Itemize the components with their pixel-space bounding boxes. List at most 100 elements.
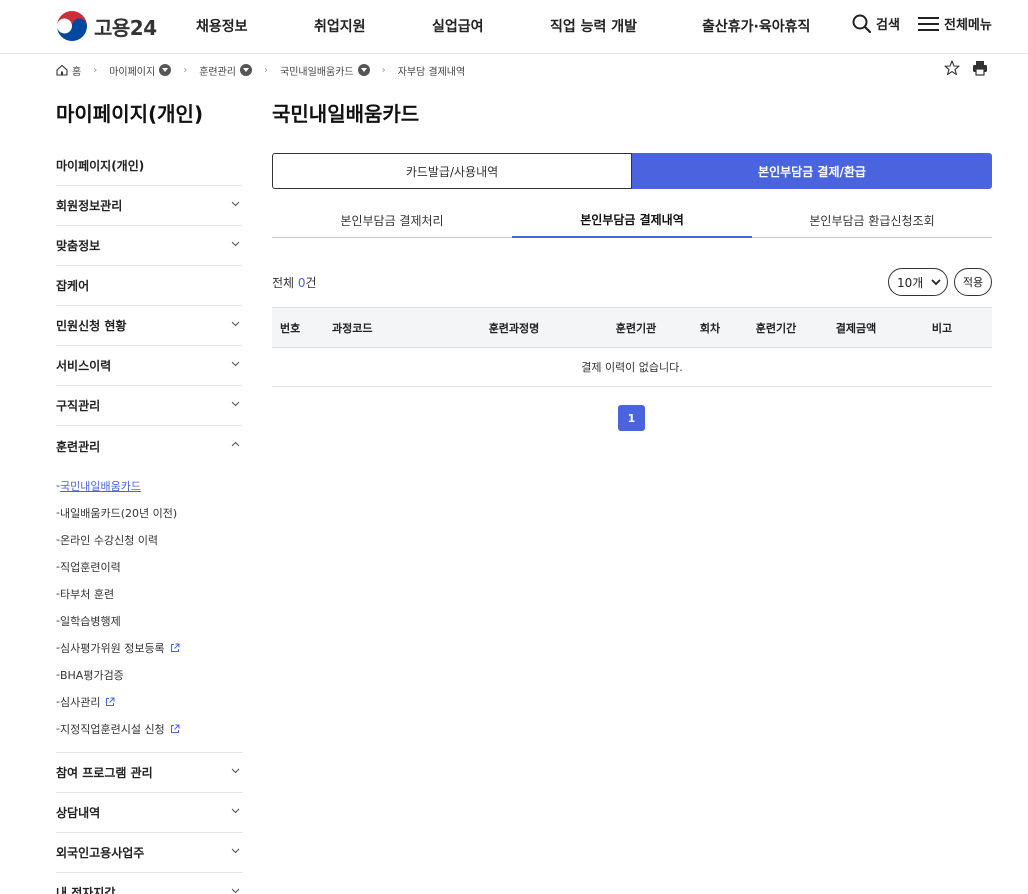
site-logo[interactable]: 고용24 [56,10,157,42]
sidebar-item-label: 잡케어 [56,279,90,293]
sub-tabs: 본인부담금 결제처리 본인부담금 결제내역 본인부담금 환급신청조회 [272,203,992,238]
tab-refund-inquiry[interactable]: 본인부담금 환급신청조회 [752,203,992,237]
sidebar-item-training[interactable]: 훈련관리 [56,426,242,466]
sidebar-item-label: 민원신청 현황 [56,319,127,333]
breadcrumb-home-label: 홈 [72,66,82,78]
external-link-icon [170,643,180,652]
sidebar-item-service-history[interactable]: 서비스이력 [56,346,242,386]
empty-message: 결제 이력이 없습니다. [272,347,992,387]
sidebar: 마이페이지(개인) 마이페이지(개인) 회원정보관리 맞춤정보 잡케어 민원신청… [56,98,242,894]
pagination-page-1[interactable]: 1 [618,405,645,431]
sidebar-title: 마이페이지(개인) [56,102,204,126]
sidebar-item-jobcare[interactable]: 잡케어 [56,266,242,306]
sidebar-subitem-evaluator-registration[interactable]: - 심사평가위원 정보등록 [56,634,242,661]
sidebar-item-program-management[interactable]: 참여 프로그램 관리 [56,753,242,793]
sidebar-subitem-review-management[interactable]: - 심사관리 [56,688,242,715]
sidebar-item-foreign-employer[interactable]: 외국인고용사업주 [56,833,242,873]
table-header-row: 번호 과정코드 훈련과정명 훈련기관 회차 훈련기간 결제금액 비고 [272,307,992,348]
hamburger-menu-icon [918,16,939,31]
breadcrumb: 홈 › 마이페이지 › 훈련관리 › 국민내일배움카드 › 자부담 결제내역 [56,60,465,80]
sidebar-subitem-label: BHA평가검증 [59,668,124,682]
sidebar-subitem-label: 심사평가위원 정보등록 [59,641,165,655]
list-toolbar: 전체 0건 10개 적용 [272,268,992,296]
nav-item-unemployment-benefit[interactable]: 실업급여 [432,16,484,36]
sidebar-subitem-online-enroll[interactable]: - 온라인 수강신청 이력 [56,526,242,553]
sidebar-item-label: 상담내역 [56,806,101,820]
page-title: 국민내일배움카드 [272,102,420,126]
search-button[interactable]: 검색 [852,14,900,33]
sidebar-submenu-training: - 국민내일배움카드 - 내일배움카드(20년 이전) - 온라인 수강신청 이력 -… [56,466,242,753]
search-icon [852,14,871,33]
nav-item-parental-leave[interactable]: 출산휴가·육아휴직 [702,16,810,36]
apply-button[interactable]: 적용 [954,268,992,296]
sidebar-item-label: 참여 프로그램 관리 [56,766,153,780]
chevron-down-icon[interactable] [159,64,172,76]
all-menu-label: 전체메뉴 [944,18,992,33]
sidebar-item-mypage[interactable]: 마이페이지(개인) [56,146,242,186]
breadcrumb-item-current: 자부담 결제내역 [398,63,466,78]
chevron-down-icon [231,848,240,854]
chevron-down-icon [231,201,240,207]
sidebar-subitem-work-study[interactable]: - 일학습병행제 [56,607,242,634]
sidebar-item-custom-info[interactable]: 맞춤정보 [56,226,242,266]
segment-payment-refund[interactable]: 본인부담금 결제/환급 [632,153,992,189]
sidebar-subitem-label: 온라인 수강신청 이력 [59,533,159,547]
sidebar-subitem-facility-application[interactable]: - 지정직업훈련시설 신청 [56,715,242,742]
sidebar-item-job-search[interactable]: 구직관리 [56,386,242,426]
chevron-down-icon[interactable] [357,64,370,76]
breadcrumb-item-label: 마이페이지 [109,66,156,78]
print-icon[interactable] [972,60,988,76]
breadcrumb-home[interactable]: 홈 [56,63,81,78]
sidebar-item-e-wallet[interactable]: 내 전자지갑 [56,873,242,894]
sidebar-item-member-info[interactable]: 회원정보관리 [56,186,242,226]
chevron-down-icon [231,321,240,327]
sidebar-subitem-label: 일학습병행제 [59,614,121,628]
chevron-up-icon [231,441,240,447]
star-favorite-icon[interactable] [944,60,960,76]
sidebar-menu: 마이페이지(개인) 회원정보관리 맞춤정보 잡케어 민원신청 현황 서비스이력 … [56,146,242,894]
breadcrumb-current-label: 자부담 결제내역 [397,66,466,78]
count-number: 0 [297,276,306,290]
site-header: 고용24 채용정보 취업지원 실업급여 직업 능력 개발 출산휴가·육아휴직 검… [0,0,1028,54]
breadcrumb-item-training[interactable]: 훈련관리 [199,63,253,78]
per-page-select[interactable]: 10개 [888,268,948,296]
tab-payment-process[interactable]: 본인부담금 결제처리 [272,203,512,237]
sidebar-subitem-label: 직업훈련이력 [59,560,121,574]
all-menu-button[interactable]: 전체메뉴 [918,14,992,33]
sidebar-subitem-label: 국민내일배움카드 [59,479,141,493]
external-link-icon [106,697,115,706]
sidebar-item-label: 마이페이지(개인) [56,159,145,173]
nav-item-employment-support[interactable]: 취업지원 [314,16,366,36]
sidebar-item-civil-petition[interactable]: 민원신청 현황 [56,306,242,346]
payment-history-table: 번호 과정코드 훈련과정명 훈련기관 회차 훈련기간 결제금액 비고 결제 이력… [272,307,992,387]
breadcrumb-separator: › [183,64,188,76]
chevron-down-icon [931,279,941,286]
sidebar-subitem-bha-verification[interactable]: - BHA평가검증 [56,661,242,688]
table-row-empty: 결제 이력이 없습니다. [272,347,992,387]
logo-text: 고용24 [94,15,157,40]
nav-item-skill-development[interactable]: 직업 능력 개발 [550,16,637,36]
sidebar-item-label: 내 전자지갑 [56,886,116,894]
sidebar-subitem-other-ministry[interactable]: - 타부처 훈련 [56,580,242,607]
sidebar-subitem-training-history[interactable]: - 직업훈련이력 [56,553,242,580]
column-header-number: 번호 [272,307,324,348]
sidebar-subitem-old-card[interactable]: - 내일배움카드(20년 이전) [56,499,242,526]
chevron-down-icon [231,768,240,774]
chevron-down-icon [231,808,240,814]
sidebar-subitem-label: 심사관리 [59,695,101,709]
sidebar-subitem-naeil-card[interactable]: - 국민내일배움카드 [56,472,242,499]
count-prefix: 전체 [272,276,298,290]
segment-card-usage[interactable]: 카드발급/사용내역 [272,153,632,189]
column-header-course-name: 훈련과정명 [444,307,584,348]
nav-item-jobs[interactable]: 채용정보 [196,16,248,36]
sidebar-item-counseling[interactable]: 상담내역 [56,793,242,833]
chevron-down-icon[interactable] [240,64,253,76]
breadcrumb-item-mypage[interactable]: 마이페이지 [109,63,172,78]
tab-payment-history[interactable]: 본인부담금 결제내역 [512,203,752,238]
breadcrumb-item-card[interactable]: 국민내일배움카드 [280,63,370,78]
breadcrumb-item-label: 훈련관리 [199,66,237,78]
breadcrumb-separator: › [264,64,269,76]
count-suffix: 건 [305,276,317,290]
government-emblem-icon [57,11,87,41]
chevron-down-icon [231,361,240,367]
